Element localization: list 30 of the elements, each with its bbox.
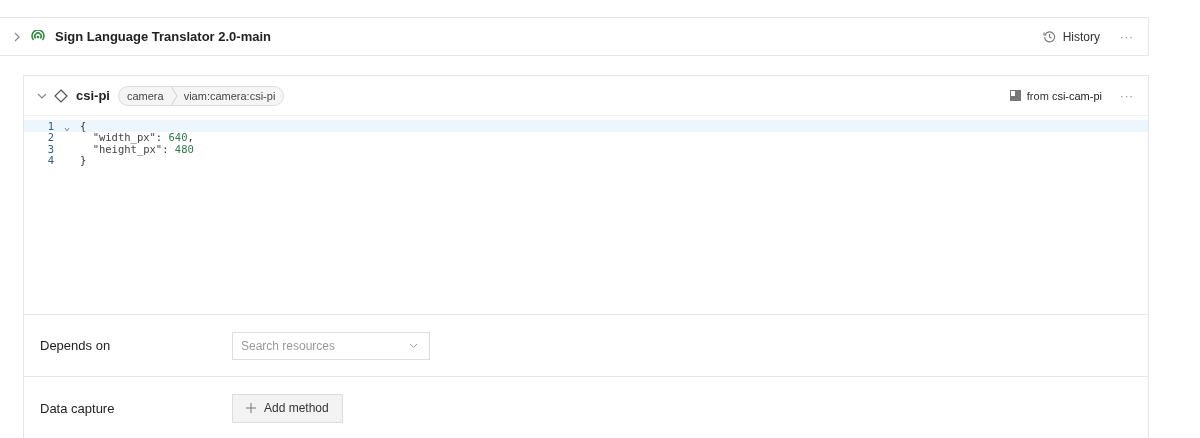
diamond-icon <box>54 88 68 103</box>
separator-icon <box>169 86 178 105</box>
component-type: camera <box>126 89 164 102</box>
add-method-button[interactable]: Add method <box>232 393 343 423</box>
more-button[interactable]: ··· <box>1110 30 1148 43</box>
fragment-icon <box>1009 90 1021 101</box>
field-label: Depends on <box>40 338 112 353</box>
line-number: 2 <box>46 131 54 144</box>
source-label: from csi-cam-pi <box>1026 89 1102 102</box>
line-number: 1 <box>46 119 54 132</box>
history-button[interactable]: History <box>1042 29 1100 44</box>
field-label: Data capture <box>40 400 116 416</box>
code-line: "width_px": 640, <box>91 131 194 144</box>
fold-icon[interactable] <box>64 126 70 132</box>
caret-icon <box>409 342 418 349</box>
line-number: 4 <box>46 154 54 167</box>
component-model: viam:camera:csi-pi <box>183 89 276 102</box>
line-number: 3 <box>46 142 54 155</box>
history-icon <box>1042 30 1056 43</box>
search-field[interactable]: Search resources <box>232 331 430 360</box>
code-line: { <box>80 119 87 132</box>
chevron-icon[interactable] <box>37 91 47 100</box>
code-line: } <box>80 154 87 167</box>
plus-icon <box>246 403 256 413</box>
chevron-icon[interactable] <box>13 31 21 42</box>
component-name: csi-pi <box>76 88 110 103</box>
code-line: "height_px": 480 <box>91 142 194 155</box>
code-editor[interactable]: 1 { 2 "width_px": 640, 3 "height_px": 480 4 } <box>24 115 1148 315</box>
more-button[interactable]: ··· <box>1110 89 1148 102</box>
machine-name: Sign Language Translator 2.0-main <box>55 29 271 44</box>
